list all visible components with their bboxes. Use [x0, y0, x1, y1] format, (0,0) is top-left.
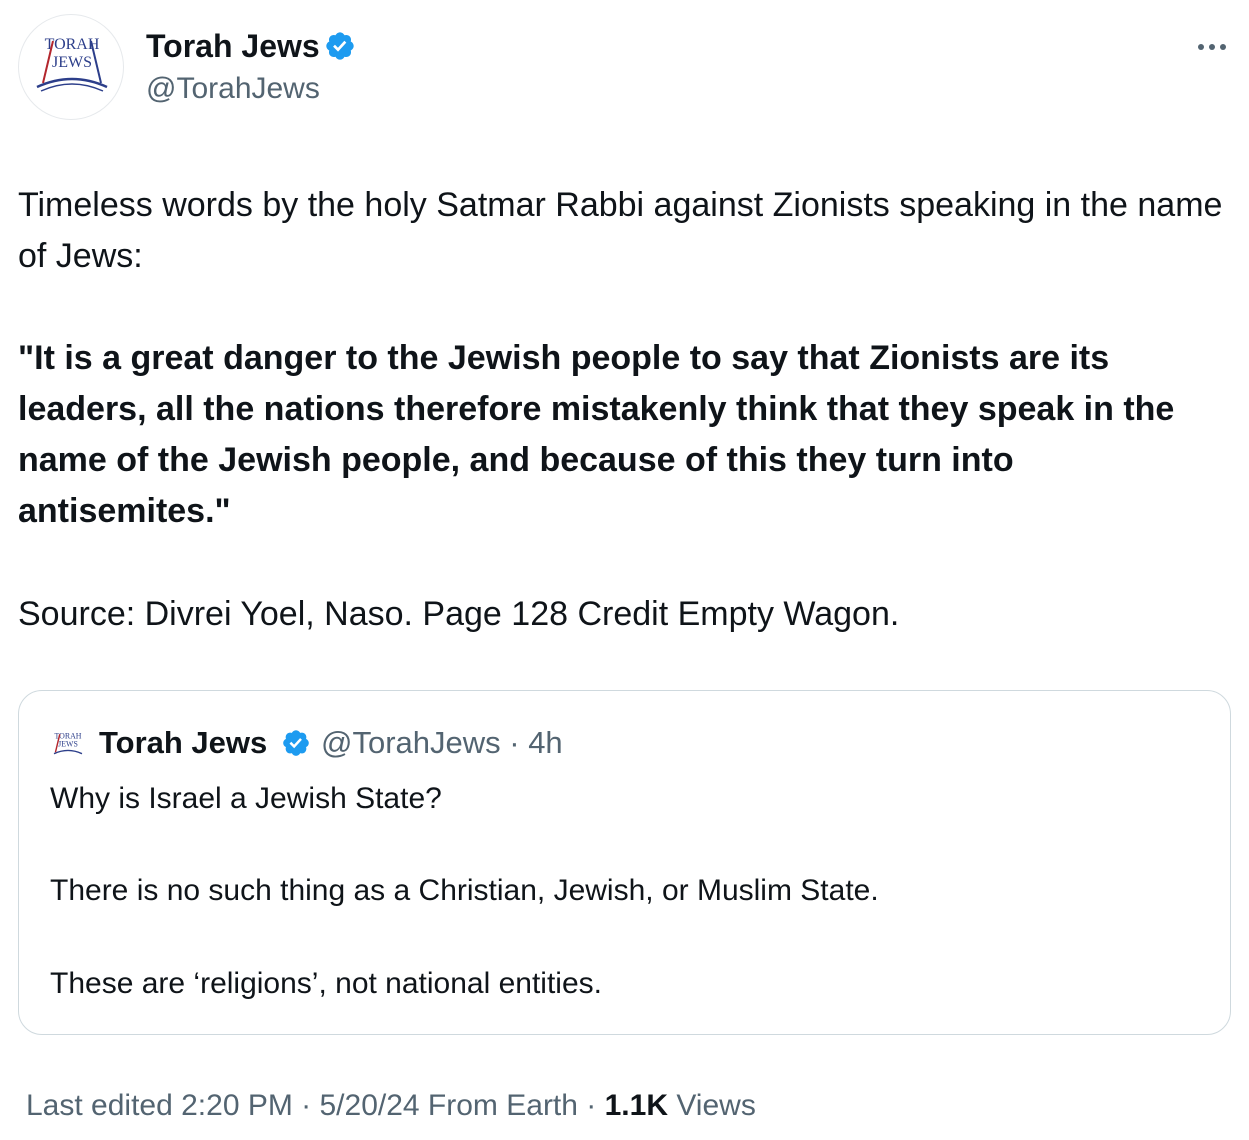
tweet: TORAH JEWS Torah Jews @TorahJews Timeles… — [0, 0, 1249, 1140]
tweet-text-source: Source: Divrei Yoel, Naso. Page 128 Cred… — [18, 595, 900, 633]
torah-jews-logo-icon: TORAH JEWS — [36, 36, 108, 92]
more-options-button[interactable] — [1190, 32, 1234, 62]
svg-text:JEWS: JEWS — [58, 740, 78, 749]
quoted-tweet-line-1: Why is Israel a Jewish State? — [50, 782, 442, 815]
edited-timestamp[interactable]: Last edited 2:20 PM · 5/20/24 From Earth… — [26, 1089, 605, 1122]
author-avatar[interactable]: TORAH JEWS — [18, 14, 124, 120]
more-options-icon — [1198, 44, 1226, 50]
quoted-author-name: Torah Jews — [99, 725, 268, 760]
torah-jews-logo-icon: TORAH JEWS — [49, 725, 87, 763]
quoted-author-handle-time: @TorahJews · 4h — [321, 725, 563, 760]
quoted-tweet-line-3: These are ‘religions’, not national enti… — [50, 967, 602, 1000]
quoted-author-avatar: TORAH JEWS — [49, 725, 87, 763]
verified-badge-icon — [283, 730, 309, 756]
svg-text:JEWS: JEWS — [52, 54, 92, 71]
views-label: Views — [668, 1089, 756, 1122]
tweet-text-quote: "It is a great danger to the Jewish peop… — [18, 339, 1175, 530]
author-name[interactable]: Torah Jews — [146, 26, 320, 66]
quoted-tweet-line-2: There is no such thing as a Christian, J… — [50, 874, 879, 907]
tweet-meta: Last edited 2:20 PM · 5/20/24 From Earth… — [26, 1086, 756, 1126]
verified-badge-icon — [326, 32, 354, 60]
quoted-tweet-card[interactable]: TORAH JEWS Torah Jews @TorahJews · 4h Wh… — [18, 690, 1231, 1035]
author-handle[interactable]: @TorahJews — [146, 70, 320, 108]
tweet-text-intro: Timeless words by the holy Satmar Rabbi … — [18, 186, 1223, 275]
views-count: 1.1K — [604, 1089, 668, 1122]
